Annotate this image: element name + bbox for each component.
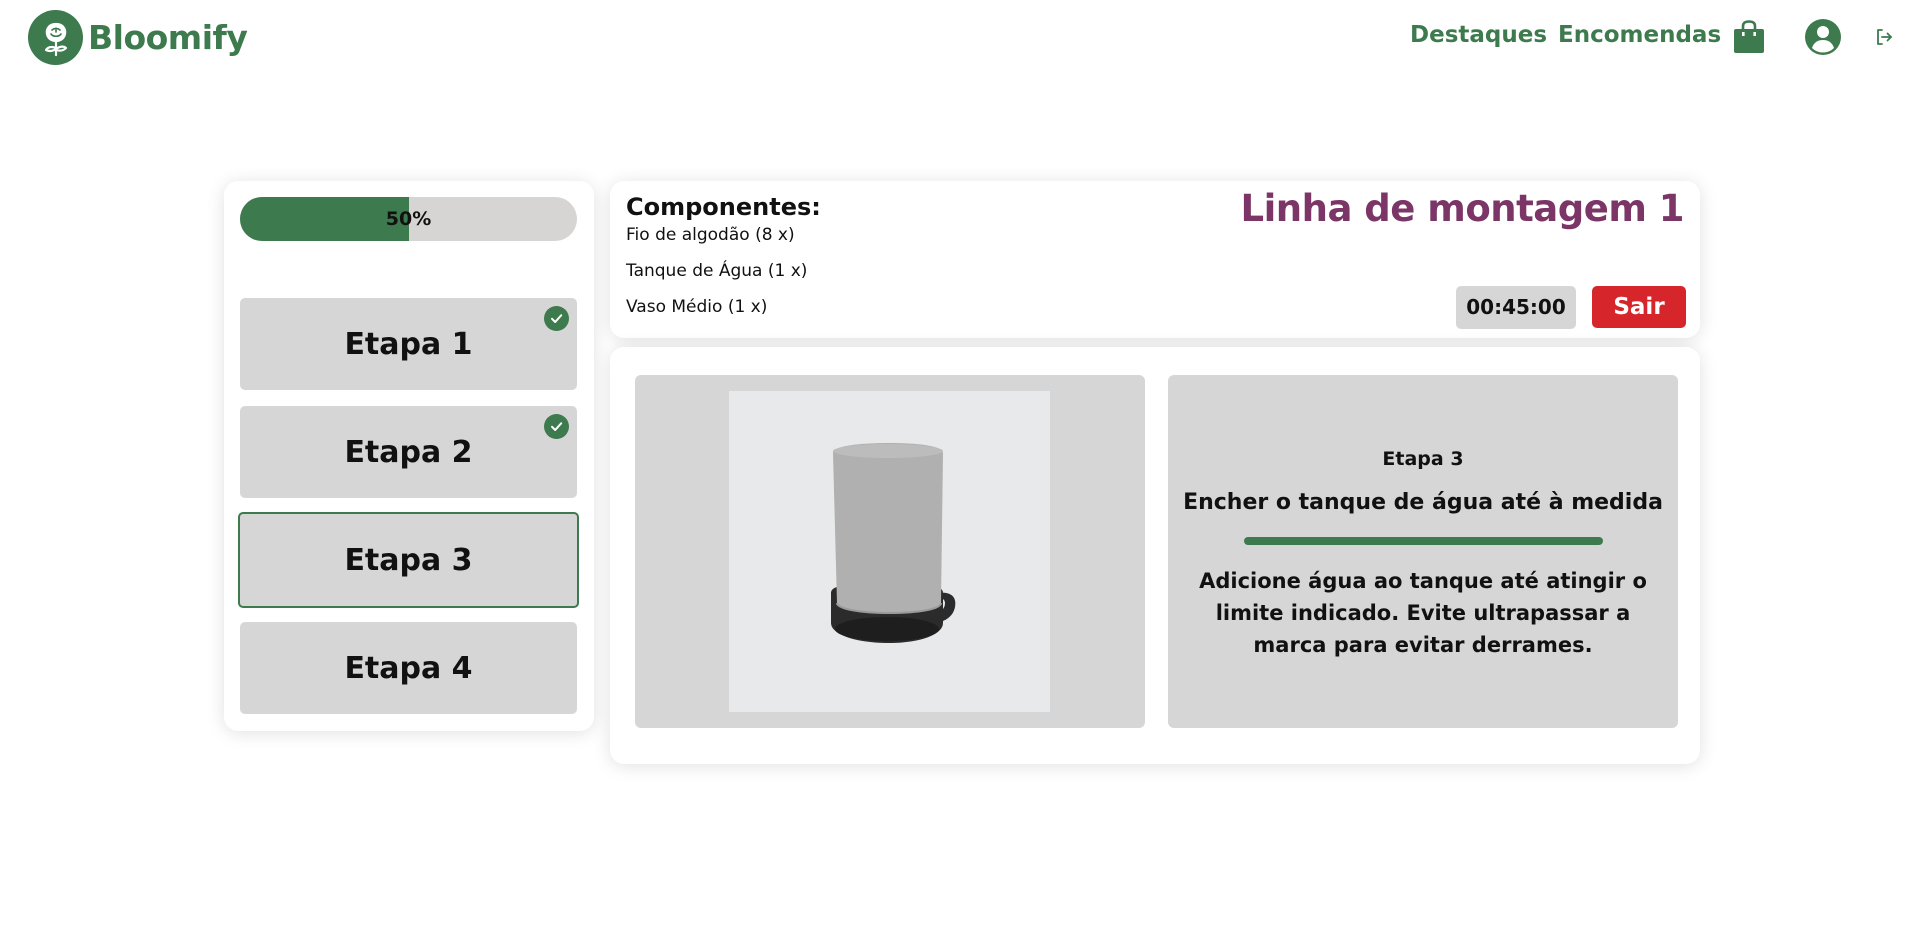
nav-link-highlights[interactable]: Destaques (1410, 22, 1547, 48)
brand-name: Bloomify (88, 18, 248, 57)
brand-logo[interactable]: Bloomify (28, 10, 248, 65)
step-2-card[interactable]: Etapa 2 (240, 406, 577, 498)
step-image-card (635, 375, 1145, 728)
step-detail-panel: Etapa 3 Encher o tanque de água até à me… (610, 347, 1700, 764)
step-4-card[interactable]: Etapa 4 (240, 622, 577, 714)
check-icon (544, 306, 569, 331)
water-tank-image (729, 391, 1050, 712)
step-3-card[interactable]: Etapa 3 (238, 512, 579, 608)
components-title: Componentes: (626, 193, 821, 221)
component-item: Vaso Médio (1 x) (626, 297, 768, 317)
nav-link-orders[interactable]: Encomendas (1558, 22, 1721, 48)
step-number: Etapa 3 (1382, 448, 1464, 470)
top-navbar: Bloomify Destaques Encomendas (0, 0, 1917, 76)
step-label: Etapa 3 (344, 542, 473, 578)
component-item: Fio de algodão (8 x) (626, 225, 795, 245)
step-divider (1244, 537, 1603, 545)
step-title: Encher o tanque de água até à medida (1183, 490, 1663, 515)
logout-icon[interactable] (1874, 27, 1894, 47)
components-panel: Componentes: Fio de algodão (8 x) Tanque… (610, 181, 1700, 338)
assembly-line-title: Linha de montagem 1 (1240, 187, 1685, 230)
check-icon (544, 414, 569, 439)
rose-logo-icon (28, 10, 83, 65)
progress-label: 50% (385, 208, 432, 230)
component-item: Tanque de Água (1 x) (626, 261, 808, 281)
exit-button[interactable]: Sair (1592, 286, 1686, 328)
step-label: Etapa 1 (344, 326, 473, 362)
step-label: Etapa 4 (344, 650, 473, 686)
steps-sidebar: 50% Etapa 1 Etapa 2 Etapa 3 Etapa 4 (224, 181, 594, 731)
step-label: Etapa 2 (344, 434, 473, 470)
step-description: Adicione água ao tanque até atingir o li… (1199, 569, 1647, 657)
user-account-icon[interactable] (1804, 18, 1842, 56)
progress-bar: 50% (240, 197, 577, 241)
countdown-timer: 00:45:00 (1456, 286, 1576, 329)
shopping-bag-icon[interactable] (1732, 19, 1766, 55)
step-instructions-card: Etapa 3 Encher o tanque de água até à me… (1168, 375, 1678, 728)
step-1-card[interactable]: Etapa 1 (240, 298, 577, 390)
